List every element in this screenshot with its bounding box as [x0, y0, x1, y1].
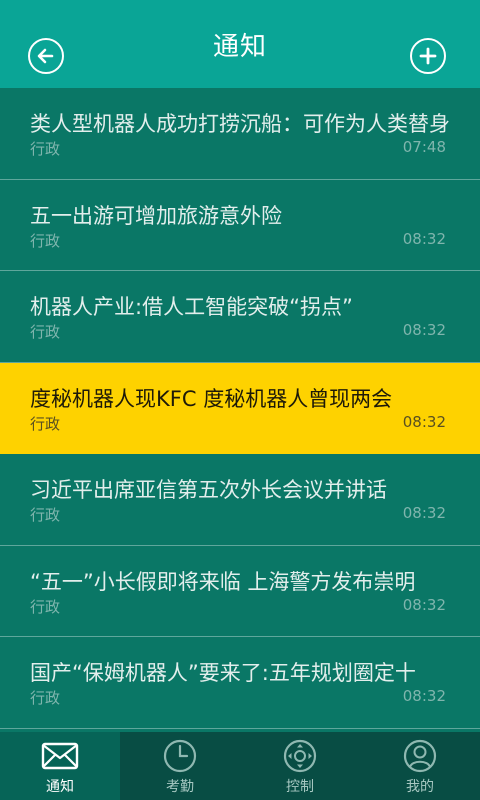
tab-label: 控制	[286, 779, 314, 795]
item-category: 行政	[30, 414, 61, 433]
item-title: 国产“保姆机器人”要来了:五年规划圈定十	[30, 661, 416, 685]
item-time: 08:32	[402, 504, 446, 522]
tab-control[interactable]: 控制	[240, 732, 360, 800]
header-bar: 通知	[0, 0, 480, 88]
item-title: 习近平出席亚信第五次外长会议并讲话	[30, 478, 387, 502]
back-arrow-icon	[37, 48, 54, 64]
tab-label: 考勤	[166, 779, 194, 795]
item-time: 08:32	[402, 412, 446, 431]
item-time: 08:32	[402, 595, 446, 614]
clock-icon	[163, 739, 197, 773]
bottom-tab-bar: 通知 考勤 控制 我的	[0, 732, 480, 800]
tab-attendance[interactable]: 考勤	[120, 732, 240, 800]
page-title: 通知	[212, 31, 267, 62]
envelope-icon	[41, 742, 79, 770]
item-title: 度秘机器人现KFC 度秘机器人曾现两会	[30, 386, 393, 411]
tab-notifications[interactable]: 通知	[0, 732, 120, 800]
notice-list: 类人型机器人成功打捞沉船：可作为人类替身 行政 07:48 五一出游可增加旅游意…	[0, 88, 480, 732]
item-category: 行政	[30, 689, 61, 707]
tab-label: 通知	[46, 779, 74, 795]
tab-label: 我的	[406, 779, 434, 795]
list-item[interactable]: “五一”小长假即将来临 上海警方发布崇明 行政 08:32	[0, 546, 480, 637]
add-button[interactable]	[410, 38, 446, 74]
item-category: 行政	[30, 140, 61, 158]
item-title: 五一出游可增加旅游意外险	[30, 203, 282, 228]
dpad-icon	[283, 739, 317, 773]
item-category: 行政	[30, 597, 61, 616]
list-item[interactable]: 机器人产业:借人工智能突破“拐点” 行政 08:32	[0, 271, 480, 363]
item-title: 机器人产业:借人工智能突破“拐点”	[30, 295, 353, 319]
tab-profile[interactable]: 我的	[360, 732, 480, 800]
list-item[interactable]: 五一出游可增加旅游意外险 行政 08:32	[0, 180, 480, 271]
plus-icon	[419, 47, 437, 65]
list-item[interactable]: 国产“保姆机器人”要来了:五年规划圈定十 行政 08:32	[0, 637, 480, 729]
back-button[interactable]	[28, 38, 64, 74]
item-time: 08:32	[402, 229, 446, 248]
list-item[interactable]: 习近平出席亚信第五次外长会议并讲话 行政 08:32	[0, 454, 480, 546]
user-icon	[403, 739, 437, 773]
item-time: 08:32	[402, 687, 446, 705]
list-item-selected[interactable]: 度秘机器人现KFC 度秘机器人曾现两会 行政 08:32	[0, 362, 480, 454]
list-item[interactable]: 类人型机器人成功打捞沉船：可作为人类替身 行政 07:48	[0, 88, 480, 180]
item-time: 07:48	[402, 138, 446, 156]
item-category: 行政	[30, 231, 61, 250]
item-category: 行政	[30, 506, 61, 524]
item-category: 行政	[30, 323, 61, 341]
item-title: 类人型机器人成功打捞沉船：可作为人类替身	[30, 112, 450, 136]
item-title: “五一”小长假即将来临 上海警方发布崇明	[30, 569, 416, 594]
item-time: 08:32	[402, 321, 446, 339]
